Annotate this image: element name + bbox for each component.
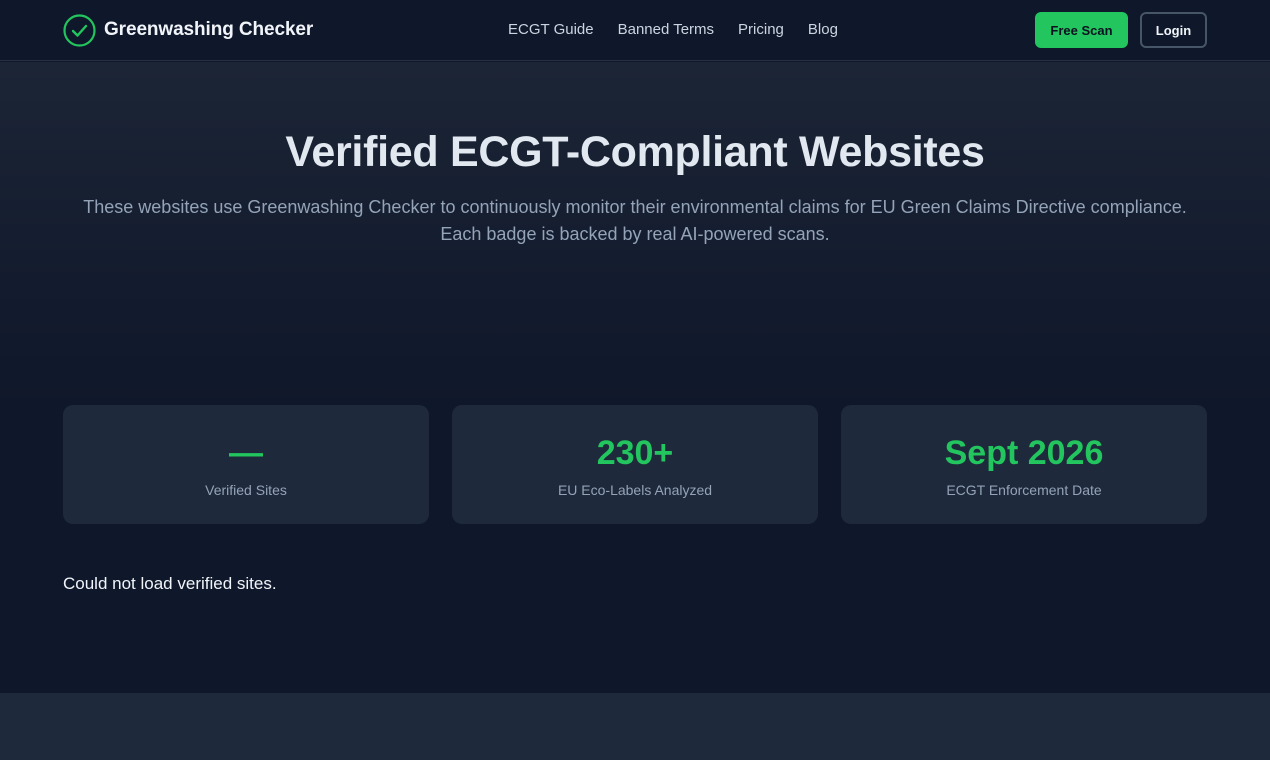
stat-label: Verified Sites <box>205 482 287 498</box>
nav-link-blog[interactable]: Blog <box>808 21 838 38</box>
stat-label: ECGT Enforcement Date <box>946 482 1102 498</box>
page-subtitle: These websites use Greenwashing Checker … <box>83 197 1187 244</box>
stats-row: — Verified Sites 230+ EU Eco-Labels Anal… <box>63 405 1207 524</box>
nav-link-banned-terms[interactable]: Banned Terms <box>618 21 714 38</box>
stat-label: EU Eco-Labels Analyzed <box>557 482 713 498</box>
stat-card-eco-labels: 230+ EU Eco-Labels Analyzed <box>452 405 818 524</box>
stat-value: 230+ <box>596 434 674 472</box>
login-button[interactable]: Login <box>1140 12 1207 48</box>
stat-card-verified-sites: — Verified Sites <box>63 405 429 524</box>
free-scan-button[interactable]: Free Scan <box>1035 12 1128 48</box>
main-nav: ECGT Guide Banned Terms Pricing Blog <box>508 21 862 38</box>
page-title: Verified ECGT-Compliant Websites <box>285 128 985 176</box>
nav-link-ecgt-guide[interactable]: ECGT Guide <box>508 21 594 38</box>
check-circle-icon <box>63 13 96 47</box>
top-navbar: Greenwashing Checker ECGT Guide Banned T… <box>0 0 1270 61</box>
brand-name: Greenwashing Checker <box>104 19 314 40</box>
footer <box>0 693 1270 760</box>
nav-link-pricing[interactable]: Pricing <box>738 21 784 38</box>
brand-logo-link[interactable]: Greenwashing Checker <box>63 13 313 47</box>
stat-value: Sept 2026 <box>944 434 1104 472</box>
load-error-message: Could not load verified sites. <box>63 574 277 593</box>
stat-value: — <box>229 434 263 472</box>
hero-section: Verified ECGT-Compliant Websites These w… <box>0 62 1270 693</box>
stat-card-enforcement-date: Sept 2026 ECGT Enforcement Date <box>841 405 1207 524</box>
